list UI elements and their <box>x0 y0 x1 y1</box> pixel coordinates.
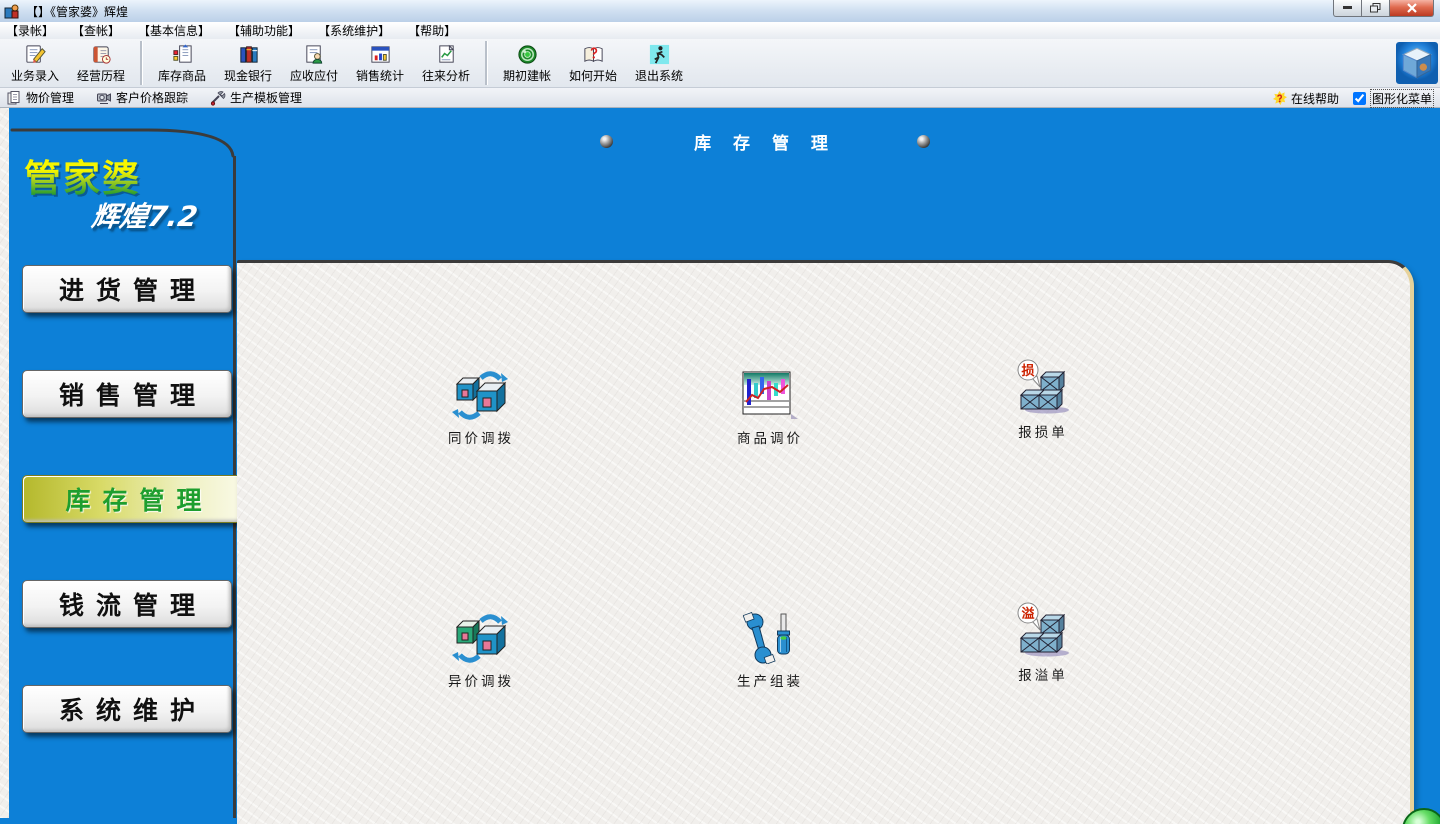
graphical-menu-checkbox[interactable] <box>1353 92 1366 105</box>
brand-cube-logo <box>1396 42 1438 84</box>
customer-price-tracking-button[interactable]: 客户价格跟踪 <box>96 89 188 106</box>
how-to-start-icon <box>582 43 605 66</box>
restore-button[interactable] <box>1361 0 1390 17</box>
shortcut-label: 同价调拨 <box>411 427 551 447</box>
client-area: 管家婆 辉煌7.2 进货管理 销售管理 库存管理 钱流管理 系统维护 库 存 管… <box>0 108 1440 824</box>
toolbar-label: 业务录入 <box>11 67 59 84</box>
toolbar-business-entry[interactable]: 业务录入 <box>2 40 68 86</box>
section-header: 库 存 管 理 <box>600 128 930 154</box>
shortcut-same-price-transfer[interactable]: 同价调拨 <box>411 363 551 447</box>
menu-help[interactable]: 【帮助】 <box>402 22 462 39</box>
toolbar-label: 经营历程 <box>77 67 125 84</box>
loss-badge-char: 损 <box>1021 363 1034 379</box>
initial-account-icon <box>516 43 539 66</box>
sub-toolbar-label: 客户价格跟踪 <box>116 89 188 106</box>
app-icon <box>4 3 20 19</box>
toolbar-label: 退出系统 <box>635 67 683 84</box>
toolbar-sales-statistics[interactable]: 销售统计 <box>347 40 413 86</box>
shortcut-diff-price-transfer[interactable]: 异价调拨 <box>411 606 551 690</box>
help-icon <box>1272 91 1287 106</box>
sidebar-item-system[interactable]: 系统维护 <box>22 685 232 733</box>
price-management-icon <box>6 90 22 106</box>
transaction-analysis-icon <box>435 43 458 66</box>
exit-system-icon <box>648 43 671 66</box>
price-management-button[interactable]: 物价管理 <box>6 89 74 106</box>
inventory-goods-icon <box>171 43 194 66</box>
brand-logo-text: 管家婆 <box>24 148 141 202</box>
toolbar-separator <box>140 41 143 85</box>
toolbar-label: 期初建帐 <box>503 67 551 84</box>
customer-price-tracking-icon <box>96 90 112 106</box>
toolbar-exit-system[interactable]: 退出系统 <box>626 40 692 86</box>
online-help-label: 在线帮助 <box>1291 90 1339 107</box>
titlebar: 【】《管家婆》辉煌 <box>0 0 1440 23</box>
overflow-badge-char: 溢 <box>1021 606 1034 622</box>
receivable-payable-icon <box>303 43 326 66</box>
toolbar-cash-bank[interactable]: 现金银行 <box>215 40 281 86</box>
shortcut-label: 生产组装 <box>700 670 840 690</box>
shortcut-label: 商品调价 <box>700 427 840 447</box>
production-template-button[interactable]: 生产模板管理 <box>210 89 302 106</box>
menu-basic-info[interactable]: 【基本信息】 <box>132 22 216 39</box>
brand-version-text: 辉煌7.2 <box>89 195 200 235</box>
same-price-transfer-icon <box>411 363 551 421</box>
menu-check[interactable]: 【查帐】 <box>66 22 126 39</box>
shortcut-production-assembly[interactable]: 生产组装 <box>700 606 840 690</box>
window-edge-strip <box>0 108 9 818</box>
graphical-menu-toggle[interactable]: 图形化菜单 <box>1353 89 1434 108</box>
toolbar-label: 应收应付 <box>290 67 338 84</box>
shortcut-loss-report[interactable]: 损 报损单 <box>973 357 1113 441</box>
toolbar-initial-account[interactable]: 期初建帐 <box>494 40 560 86</box>
diff-price-transfer-icon <box>411 606 551 664</box>
close-button[interactable] <box>1389 0 1434 17</box>
toolbar-business-history[interactable]: 经营历程 <box>68 40 134 86</box>
sidebar-item-cashflow[interactable]: 钱流管理 <box>22 580 232 628</box>
shortcut-label: 报溢单 <box>973 664 1113 684</box>
business-entry-icon <box>24 43 47 66</box>
shortcut-overflow-report[interactable]: 溢 报溢单 <box>973 600 1113 684</box>
toolbar-receivable-payable[interactable]: 应收应付 <box>281 40 347 86</box>
minimize-button[interactable] <box>1333 0 1362 17</box>
online-help-button[interactable]: 在线帮助 <box>1272 90 1339 107</box>
window-controls <box>1334 0 1434 17</box>
toolbar-label: 如何开始 <box>569 67 617 84</box>
toolbar-label: 库存商品 <box>158 67 206 84</box>
shortcut-label: 报损单 <box>973 421 1113 441</box>
toolbar-how-to-start[interactable]: 如何开始 <box>560 40 626 86</box>
production-template-icon <box>210 90 226 106</box>
toolbar-label: 现金银行 <box>224 67 272 84</box>
sales-statistics-icon <box>369 43 392 66</box>
sub-toolbar-label: 生产模板管理 <box>230 89 302 106</box>
sidebar-item-sales[interactable]: 销售管理 <box>22 370 232 418</box>
production-assembly-icon <box>700 606 840 664</box>
graphical-menu-label: 图形化菜单 <box>1370 89 1434 108</box>
sub-toolbar-label: 物价管理 <box>26 89 74 106</box>
window-title: 【】《管家婆》辉煌 <box>26 3 128 20</box>
overflow-report-icon: 溢 <box>973 600 1113 658</box>
goods-price-adjust-icon <box>700 363 840 421</box>
sphere-icon <box>600 135 613 148</box>
business-history-icon <box>90 43 113 66</box>
menu-system-maintenance[interactable]: 【系统维护】 <box>312 22 396 39</box>
loss-report-icon: 损 <box>973 357 1113 415</box>
sidebar-item-purchase[interactable]: 进货管理 <box>22 265 232 313</box>
page-title: 库 存 管 理 <box>694 129 836 154</box>
sidebar-item-inventory[interactable]: 库存管理 <box>22 475 245 523</box>
toolbar-label: 往来分析 <box>422 67 470 84</box>
toolbar-inventory-goods[interactable]: 库存商品 <box>149 40 215 86</box>
toolbar-label: 销售统计 <box>356 67 404 84</box>
shortcut-label: 异价调拨 <box>411 670 551 690</box>
toolbar-transaction-analysis[interactable]: 往来分析 <box>413 40 479 86</box>
sphere-icon <box>917 135 930 148</box>
sub-toolbar: 物价管理 客户价格跟踪 生产模板管理 在线帮助 图形化菜单 <box>0 88 1440 108</box>
toolbar: 业务录入 经营历程 库存商品 现金银行 应收应付 销售统计 往来分析 期初建帐 … <box>0 39 1440 88</box>
toolbar-separator <box>485 41 488 85</box>
shortcut-goods-price-adjust[interactable]: 商品调价 <box>700 363 840 447</box>
main-panel: 同价调拨 商品调价 <box>237 260 1414 824</box>
menu-record[interactable]: 【录帐】 <box>0 22 60 39</box>
cash-bank-icon <box>237 43 260 66</box>
menubar: 【录帐】 【查帐】 【基本信息】 【辅助功能】 【系统维护】 【帮助】 <box>0 22 1440 40</box>
menu-aux-functions[interactable]: 【辅助功能】 <box>222 22 306 39</box>
